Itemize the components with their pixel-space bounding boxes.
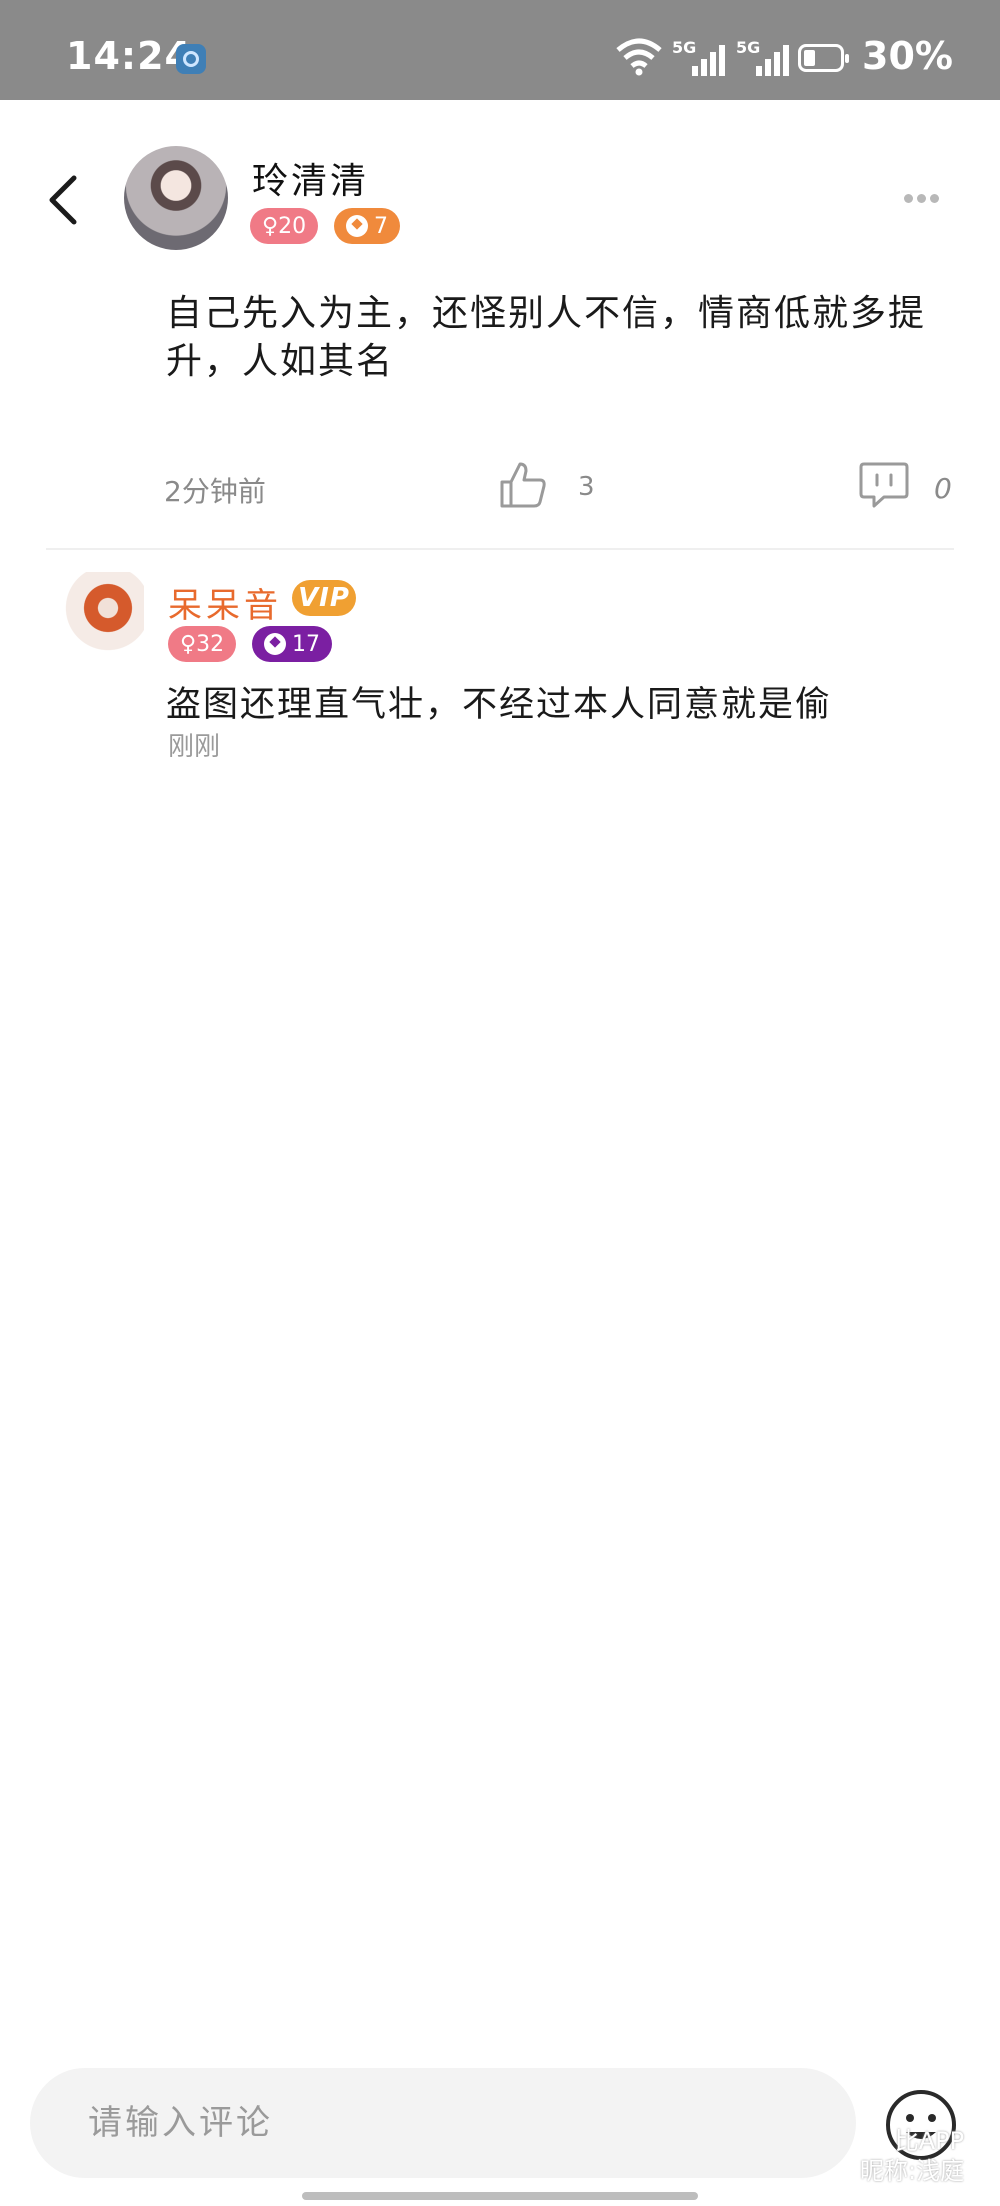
reply-author-name[interactable]: 呆呆音 bbox=[168, 578, 282, 627]
back-icon[interactable] bbox=[36, 160, 96, 240]
more-icon[interactable] bbox=[904, 188, 948, 208]
reply-time: 刚刚 bbox=[168, 732, 221, 762]
vip-badge: VIP bbox=[292, 580, 356, 616]
diamond-icon bbox=[264, 633, 286, 655]
gender-age-badge: ♀32 bbox=[168, 626, 237, 662]
post-time: 2分钟前 bbox=[164, 475, 266, 508]
comment-input[interactable] bbox=[30, 2068, 856, 2178]
comment-count: 0 bbox=[934, 472, 952, 505]
gender-age-value: ♀32 bbox=[180, 631, 225, 657]
reply-content: 盗图还理直气壮，不经过本人同意就是偷 bbox=[166, 685, 833, 725]
post-author-name[interactable]: 玲清清 bbox=[252, 152, 369, 204]
gender-age-badge: ♀20 bbox=[250, 208, 319, 244]
battery-icon bbox=[798, 44, 849, 72]
battery-percent: 30% bbox=[862, 34, 953, 78]
like-count: 3 bbox=[578, 472, 595, 502]
signal-icon: 5G bbox=[672, 38, 728, 76]
wifi-icon bbox=[616, 38, 662, 76]
post-content: 自己先入为主，还怪别人不信，情商低就多提升，人如其名 bbox=[166, 293, 927, 382]
watermark: 比APP 昵称:浅庭 bbox=[860, 2126, 964, 2186]
avatar[interactable] bbox=[64, 572, 144, 662]
level-badge: 17 bbox=[252, 626, 332, 662]
avatar[interactable] bbox=[124, 146, 228, 250]
home-indicator[interactable] bbox=[302, 2192, 698, 2200]
watermark-line1: 比APP bbox=[894, 2127, 965, 2155]
signal-icon: 5G bbox=[736, 38, 792, 76]
app-notification-icon bbox=[176, 44, 206, 74]
divider bbox=[46, 548, 954, 550]
level-badge: 7 bbox=[334, 208, 400, 244]
diamond-icon bbox=[346, 215, 368, 237]
gender-age-value: ♀20 bbox=[262, 213, 307, 239]
status-time: 14:24 bbox=[66, 34, 192, 78]
like-icon[interactable] bbox=[498, 460, 548, 510]
level-value: 7 bbox=[374, 213, 388, 239]
watermark-line2: 昵称:浅庭 bbox=[860, 2157, 965, 2185]
status-bar: 14:24 5G 5G 30% bbox=[0, 0, 1000, 100]
comment-icon[interactable] bbox=[858, 460, 910, 510]
level-value: 17 bbox=[292, 631, 320, 657]
